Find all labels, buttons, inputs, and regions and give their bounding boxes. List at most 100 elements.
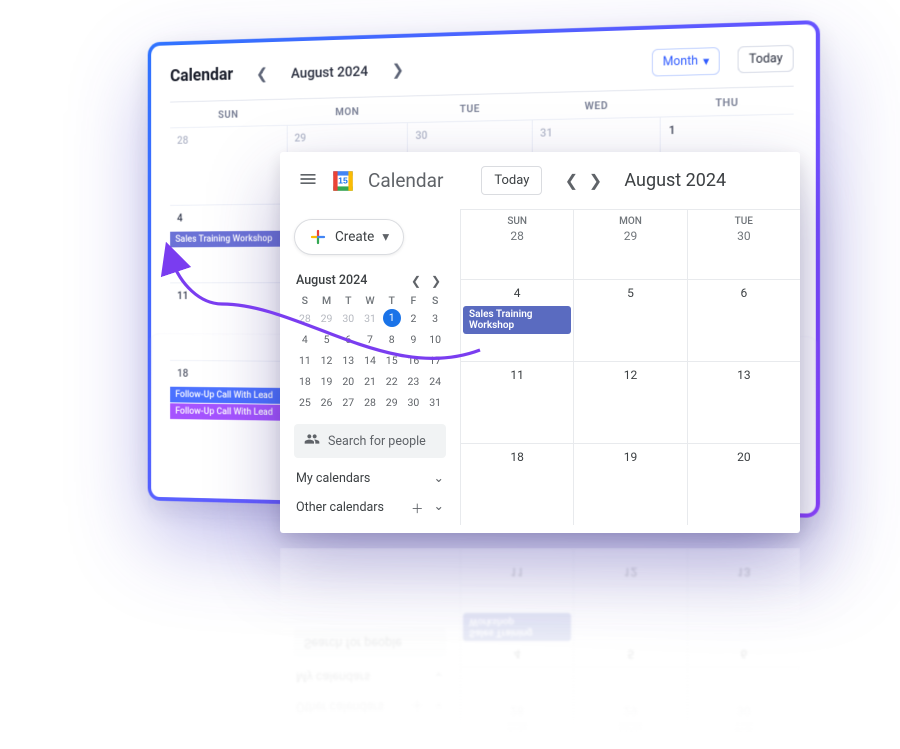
gc-date-cell[interactable]: 4Sales Training Workshop (460, 279, 573, 361)
chevron-down-icon: ⌄ (434, 470, 444, 486)
mini-date[interactable]: 2 (403, 309, 425, 328)
mini-date[interactable]: 27 (337, 393, 359, 412)
mini-date[interactable]: 29 (381, 393, 403, 412)
mini-calendar[interactable]: SMTWTFS282930311234567891011121314151617… (294, 294, 446, 412)
mini-date[interactable]: 12 (316, 351, 338, 370)
mini-month-label: August 2024 (296, 273, 367, 288)
day-header: TUE (408, 93, 533, 122)
chevron-down-icon: ▾ (382, 229, 389, 245)
date-cell[interactable]: 4Sales Training Workshop (170, 204, 287, 283)
mini-date[interactable]: 6 (337, 330, 359, 349)
mini-date[interactable]: 17 (424, 351, 446, 370)
date-cell[interactable]: 28 (170, 125, 287, 205)
mini-prev-button[interactable]: ❮ (408, 274, 424, 288)
mini-date[interactable]: 21 (359, 372, 381, 391)
mini-date[interactable]: 18 (294, 372, 316, 391)
gc-date-cell[interactable]: 12 (573, 361, 686, 443)
google-calendar-logo: 15 (330, 168, 356, 194)
mini-date[interactable]: 7 (359, 330, 381, 349)
day-header: WED (533, 90, 661, 119)
mini-date[interactable]: 31 (424, 393, 446, 412)
mini-date[interactable]: 3 (424, 309, 446, 328)
gc-event-chip[interactable]: Sales Training Workshop (463, 306, 571, 334)
mini-date[interactable]: 4 (294, 330, 316, 349)
add-icon[interactable]: ＋ (411, 498, 424, 517)
mini-date[interactable]: 16 (403, 351, 425, 370)
gc-next-button[interactable]: ❯ (584, 171, 606, 190)
mini-date[interactable]: 25 (294, 393, 316, 412)
mini-date[interactable]: 13 (337, 351, 359, 370)
gc-day-header: SUN28 (460, 209, 573, 279)
chevron-down-icon: ⌄ (434, 498, 444, 517)
mini-date[interactable]: 26 (316, 393, 338, 412)
mini-date[interactable]: 30 (403, 393, 425, 412)
mini-date[interactable]: 5 (316, 330, 338, 349)
search-people-input[interactable]: Search for people (294, 424, 446, 458)
gc-prev-button[interactable]: ❮ (560, 171, 582, 190)
mini-date[interactable]: 22 (381, 372, 403, 391)
mini-date[interactable]: 19 (316, 372, 338, 391)
mini-weekday: S (424, 294, 446, 307)
month-label: August 2024 (291, 62, 368, 81)
mini-weekday: F (403, 294, 425, 307)
gc-date-cell[interactable]: 11 (460, 361, 573, 443)
gc-today-button[interactable]: Today (481, 166, 542, 195)
gc-day-header: MON29 (573, 668, 686, 738)
plus-icon (309, 228, 327, 246)
other-calendars-toggle[interactable]: Other calendars ＋⌄ (294, 486, 446, 517)
prev-month-button[interactable]: ❮ (249, 59, 275, 89)
mini-date[interactable]: 11 (294, 351, 316, 370)
people-icon (304, 431, 320, 451)
google-calendar-panel: 15 Calendar Today ❮ ❯ August 2024 Create… (280, 152, 800, 533)
mini-date[interactable]: 29 (316, 309, 338, 328)
gc-sidebar: Create ▾ August 2024 ❮ ❯ SMTWTFS28293031… (280, 209, 460, 533)
day-header: THU (661, 87, 794, 117)
gc-event-chip[interactable]: Sales Training Workshop (463, 613, 571, 641)
mini-date[interactable]: 8 (381, 330, 403, 349)
gc-date-cell[interactable]: 5 (573, 279, 686, 361)
create-button[interactable]: Create ▾ (294, 219, 404, 255)
gc-date-cell[interactable]: 5 (573, 586, 686, 668)
menu-icon[interactable] (298, 169, 318, 193)
gc-date-cell[interactable]: 20 (687, 443, 800, 525)
svg-text:15: 15 (338, 175, 348, 185)
gc-date-cell[interactable]: 4Sales Training Workshop (460, 586, 573, 668)
today-button[interactable]: Today (738, 45, 794, 73)
mini-date[interactable]: 28 (359, 393, 381, 412)
gc-main-grid[interactable]: SUN28MON29TUE304Sales Training Workshop5… (460, 209, 800, 533)
mini-weekday: W (359, 294, 381, 307)
gc-toolbar: 15 Calendar Today ❮ ❯ August 2024 (280, 152, 800, 209)
mini-date[interactable]: 20 (337, 372, 359, 391)
mini-date[interactable]: 9 (403, 330, 425, 349)
mini-date[interactable]: 23 (403, 372, 425, 391)
event-chip[interactable]: Sales Training Workshop (170, 231, 286, 248)
mini-date[interactable]: 1 (383, 309, 401, 327)
day-header: SUN (170, 100, 287, 128)
gc-date-cell[interactable]: 18 (460, 443, 573, 525)
mini-date[interactable]: 15 (381, 351, 403, 370)
app-title: Calendar (170, 65, 233, 86)
gc-date-cell[interactable]: 19 (573, 443, 686, 525)
day-header: MON (287, 96, 408, 124)
reflection-front: Other calendars＋⌄ My calendars⌄ Search f… (280, 548, 800, 738)
mini-date[interactable]: 10 (424, 330, 446, 349)
gc-brand: Calendar (368, 169, 443, 192)
gc-date-cell[interactable]: 6 (687, 279, 800, 361)
mini-date[interactable]: 24 (424, 372, 446, 391)
mini-date[interactable]: 30 (337, 309, 359, 328)
mini-weekday: M (316, 294, 338, 307)
gc-day-header: MON29 (573, 209, 686, 279)
gc-month-label: August 2024 (624, 170, 726, 191)
mini-date[interactable]: 14 (359, 351, 381, 370)
my-calendars-toggle[interactable]: My calendars ⌄ (294, 458, 446, 486)
mini-date[interactable]: 28 (294, 309, 316, 328)
view-dropdown[interactable]: Month ▾ (652, 47, 720, 77)
chevron-down-icon: ▾ (703, 53, 709, 69)
gc-date-cell[interactable]: 6 (687, 586, 800, 668)
gc-date-cell[interactable]: 13 (687, 361, 800, 443)
next-month-button[interactable]: ❯ (384, 55, 411, 85)
gc-day-header: SUN28 (460, 668, 573, 738)
mini-date[interactable]: 31 (359, 309, 381, 328)
mini-weekday: T (381, 294, 403, 307)
mini-next-button[interactable]: ❯ (428, 274, 444, 288)
